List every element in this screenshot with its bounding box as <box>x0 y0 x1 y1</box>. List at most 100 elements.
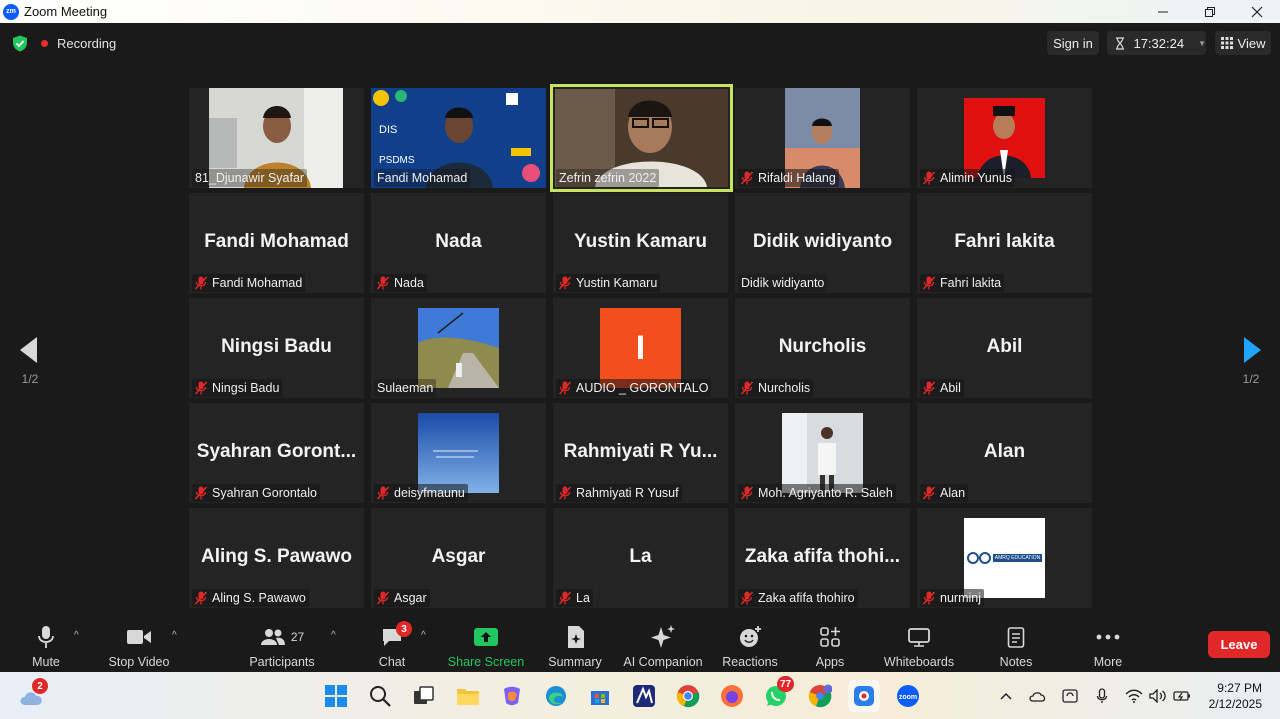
notes-button[interactable]: Notes <box>994 618 1038 672</box>
participant-tile[interactable]: Sulaeman <box>371 298 546 398</box>
ai-app-button[interactable] <box>628 680 660 712</box>
volume-tray-icon[interactable] <box>1148 686 1168 706</box>
participant-tile[interactable]: Aling S. Pawawo Aling S. Pawawo <box>189 508 364 608</box>
view-button[interactable]: View <box>1215 31 1271 55</box>
ai-companion-button[interactable]: AI Companion <box>620 618 706 672</box>
chat-options-caret[interactable]: ^ <box>421 630 426 641</box>
video-options-caret[interactable]: ^ <box>172 630 177 641</box>
muted-mic-icon <box>741 171 753 185</box>
sync-tray-icon[interactable] <box>1060 686 1080 706</box>
participant-display-name: Fahri lakita <box>954 231 1055 252</box>
participant-tile[interactable]: Ningsi Badu Ningsi Badu <box>189 298 364 398</box>
muted-mic-icon <box>377 591 389 605</box>
participant-display-name: Alan <box>983 441 1026 462</box>
recording-indicator[interactable]: Recording <box>41 33 116 53</box>
notes-icon <box>1007 627 1025 648</box>
maximize-button[interactable] <box>1186 0 1233 23</box>
chat-button[interactable]: 3 Chat <box>370 618 414 672</box>
participants-options-caret[interactable]: ^ <box>331 630 336 641</box>
participant-tile[interactable]: AMRQ EDUCATION nurminj <box>917 508 1092 608</box>
muted-mic-icon <box>377 276 389 290</box>
participants-count: 27 <box>290 630 305 644</box>
microsoft-store-button[interactable] <box>584 680 616 712</box>
participant-tile[interactable]: Abil Abil <box>917 298 1092 398</box>
sign-in-button[interactable]: Sign in <box>1047 31 1099 55</box>
leave-meeting-button[interactable]: Leave <box>1208 631 1270 658</box>
participant-name-label: Aling S. Pawawo <box>192 589 309 607</box>
taskbar-clock[interactable]: 9:27 PM 2/12/2025 <box>1209 680 1262 712</box>
whiteboards-button[interactable]: Whiteboards <box>878 618 960 672</box>
apps-button[interactable]: Apps <box>808 618 852 672</box>
firefox-browser-button[interactable] <box>716 680 748 712</box>
security-shield-icon[interactable] <box>12 35 28 52</box>
meeting-timer[interactable]: 17:32:24 ▼ <box>1107 31 1206 55</box>
active-speaker-tile[interactable]: Zefrin zefrin 2022 <box>550 84 733 192</box>
app-icon <box>633 685 655 707</box>
participant-tile[interactable]: Didik widiyanto Didik widiyanto <box>735 193 910 293</box>
microphone-icon <box>38 626 54 648</box>
battery-tray-icon[interactable] <box>1172 686 1192 706</box>
audio-options-caret[interactable]: ^ <box>74 630 79 641</box>
whatsapp-button[interactable]: 77 <box>760 676 795 712</box>
muted-mic-icon <box>923 486 935 500</box>
participants-icon <box>260 629 285 645</box>
wifi-tray-icon[interactable] <box>1124 686 1144 706</box>
apps-icon <box>820 627 840 647</box>
participants-button[interactable]: 27 Participants <box>245 618 319 672</box>
participant-tile[interactable]: DIS PSDMS Fandi Mohamad <box>371 88 546 188</box>
start-button[interactable] <box>320 680 352 712</box>
participant-tile[interactable]: Alimin Yunus <box>917 88 1092 188</box>
participant-avatar: I <box>600 308 681 388</box>
participant-tile[interactable]: La La <box>553 508 728 608</box>
participant-tile[interactable]: deisyfmaunu <box>371 403 546 503</box>
zoom-app-button[interactable]: zoom <box>892 680 924 712</box>
previous-page-button[interactable] <box>14 330 44 370</box>
minimize-button[interactable] <box>1139 0 1186 23</box>
reactions-button[interactable]: Reactions <box>718 618 782 672</box>
mute-button[interactable]: Mute <box>18 618 74 672</box>
participant-tile[interactable]: Nurcholis Nurcholis <box>735 298 910 398</box>
participant-tile[interactable]: I AUDIO _ GORONTALO <box>553 298 728 398</box>
chrome-profile-button[interactable] <box>804 680 836 712</box>
participant-name-label: Moh. Agriyanto R. Saleh <box>738 484 896 502</box>
summary-button[interactable]: Summary <box>544 618 606 672</box>
share-screen-button[interactable]: Share Screen <box>446 618 526 672</box>
participant-photo <box>782 413 863 493</box>
participant-name-label: Asgar <box>374 589 430 607</box>
participant-name-label: Rifaldi Halang <box>738 169 839 187</box>
participant-tile[interactable]: Nada Nada <box>371 193 546 293</box>
participant-tile[interactable]: Rifaldi Halang <box>735 88 910 188</box>
edge-browser-button[interactable] <box>540 680 572 712</box>
screen-recorder-button[interactable] <box>848 680 880 712</box>
participant-tile[interactable]: Rahmiyati R Yu... Rahmiyati R Yusuf <box>553 403 728 503</box>
participant-name-label: Didik widiyanto <box>738 274 828 292</box>
muted-mic-icon <box>195 486 207 500</box>
participant-name-label: Nada <box>374 274 427 292</box>
participant-tile[interactable]: Fahri lakita Fahri lakita <box>917 193 1092 293</box>
taskbar-search-button[interactable] <box>364 680 396 712</box>
task-view-button[interactable] <box>408 680 440 712</box>
muted-mic-icon <box>923 381 935 395</box>
chrome-browser-button[interactable] <box>672 680 704 712</box>
weather-widget[interactable]: 2 <box>16 678 48 712</box>
close-window-button[interactable] <box>1233 0 1280 23</box>
chevron-right-icon <box>1244 337 1261 363</box>
show-hidden-icons-button[interactable] <box>996 686 1016 706</box>
copilot-button[interactable] <box>496 680 528 712</box>
microphone-tray-icon[interactable] <box>1092 686 1112 706</box>
participant-tile[interactable]: Syahran Goront... Syahran Gorontalo <box>189 403 364 503</box>
restore-icon <box>1204 6 1215 17</box>
participant-tile[interactable]: Zaka afifa thohi... Zaka afifa thohiro <box>735 508 910 608</box>
participant-tile[interactable]: Asgar Asgar <box>371 508 546 608</box>
more-button[interactable]: More <box>1086 618 1130 672</box>
page-indicator-left: 1/2 <box>21 372 39 386</box>
participant-tile[interactable]: Fandi Mohamad Fandi Mohamad <box>189 193 364 293</box>
participant-tile[interactable]: Moh. Agriyanto R. Saleh <box>735 403 910 503</box>
next-page-button[interactable] <box>1237 330 1267 370</box>
stop-video-button[interactable]: Stop Video <box>104 618 174 672</box>
participant-tile[interactable]: Yustin Kamaru Yustin Kamaru <box>553 193 728 293</box>
file-explorer-button[interactable] <box>452 680 484 712</box>
participant-tile[interactable]: 81_Djunawir Syafar <box>189 88 364 188</box>
onedrive-tray-icon[interactable] <box>1028 686 1048 706</box>
participant-tile[interactable]: Alan Alan <box>917 403 1092 503</box>
